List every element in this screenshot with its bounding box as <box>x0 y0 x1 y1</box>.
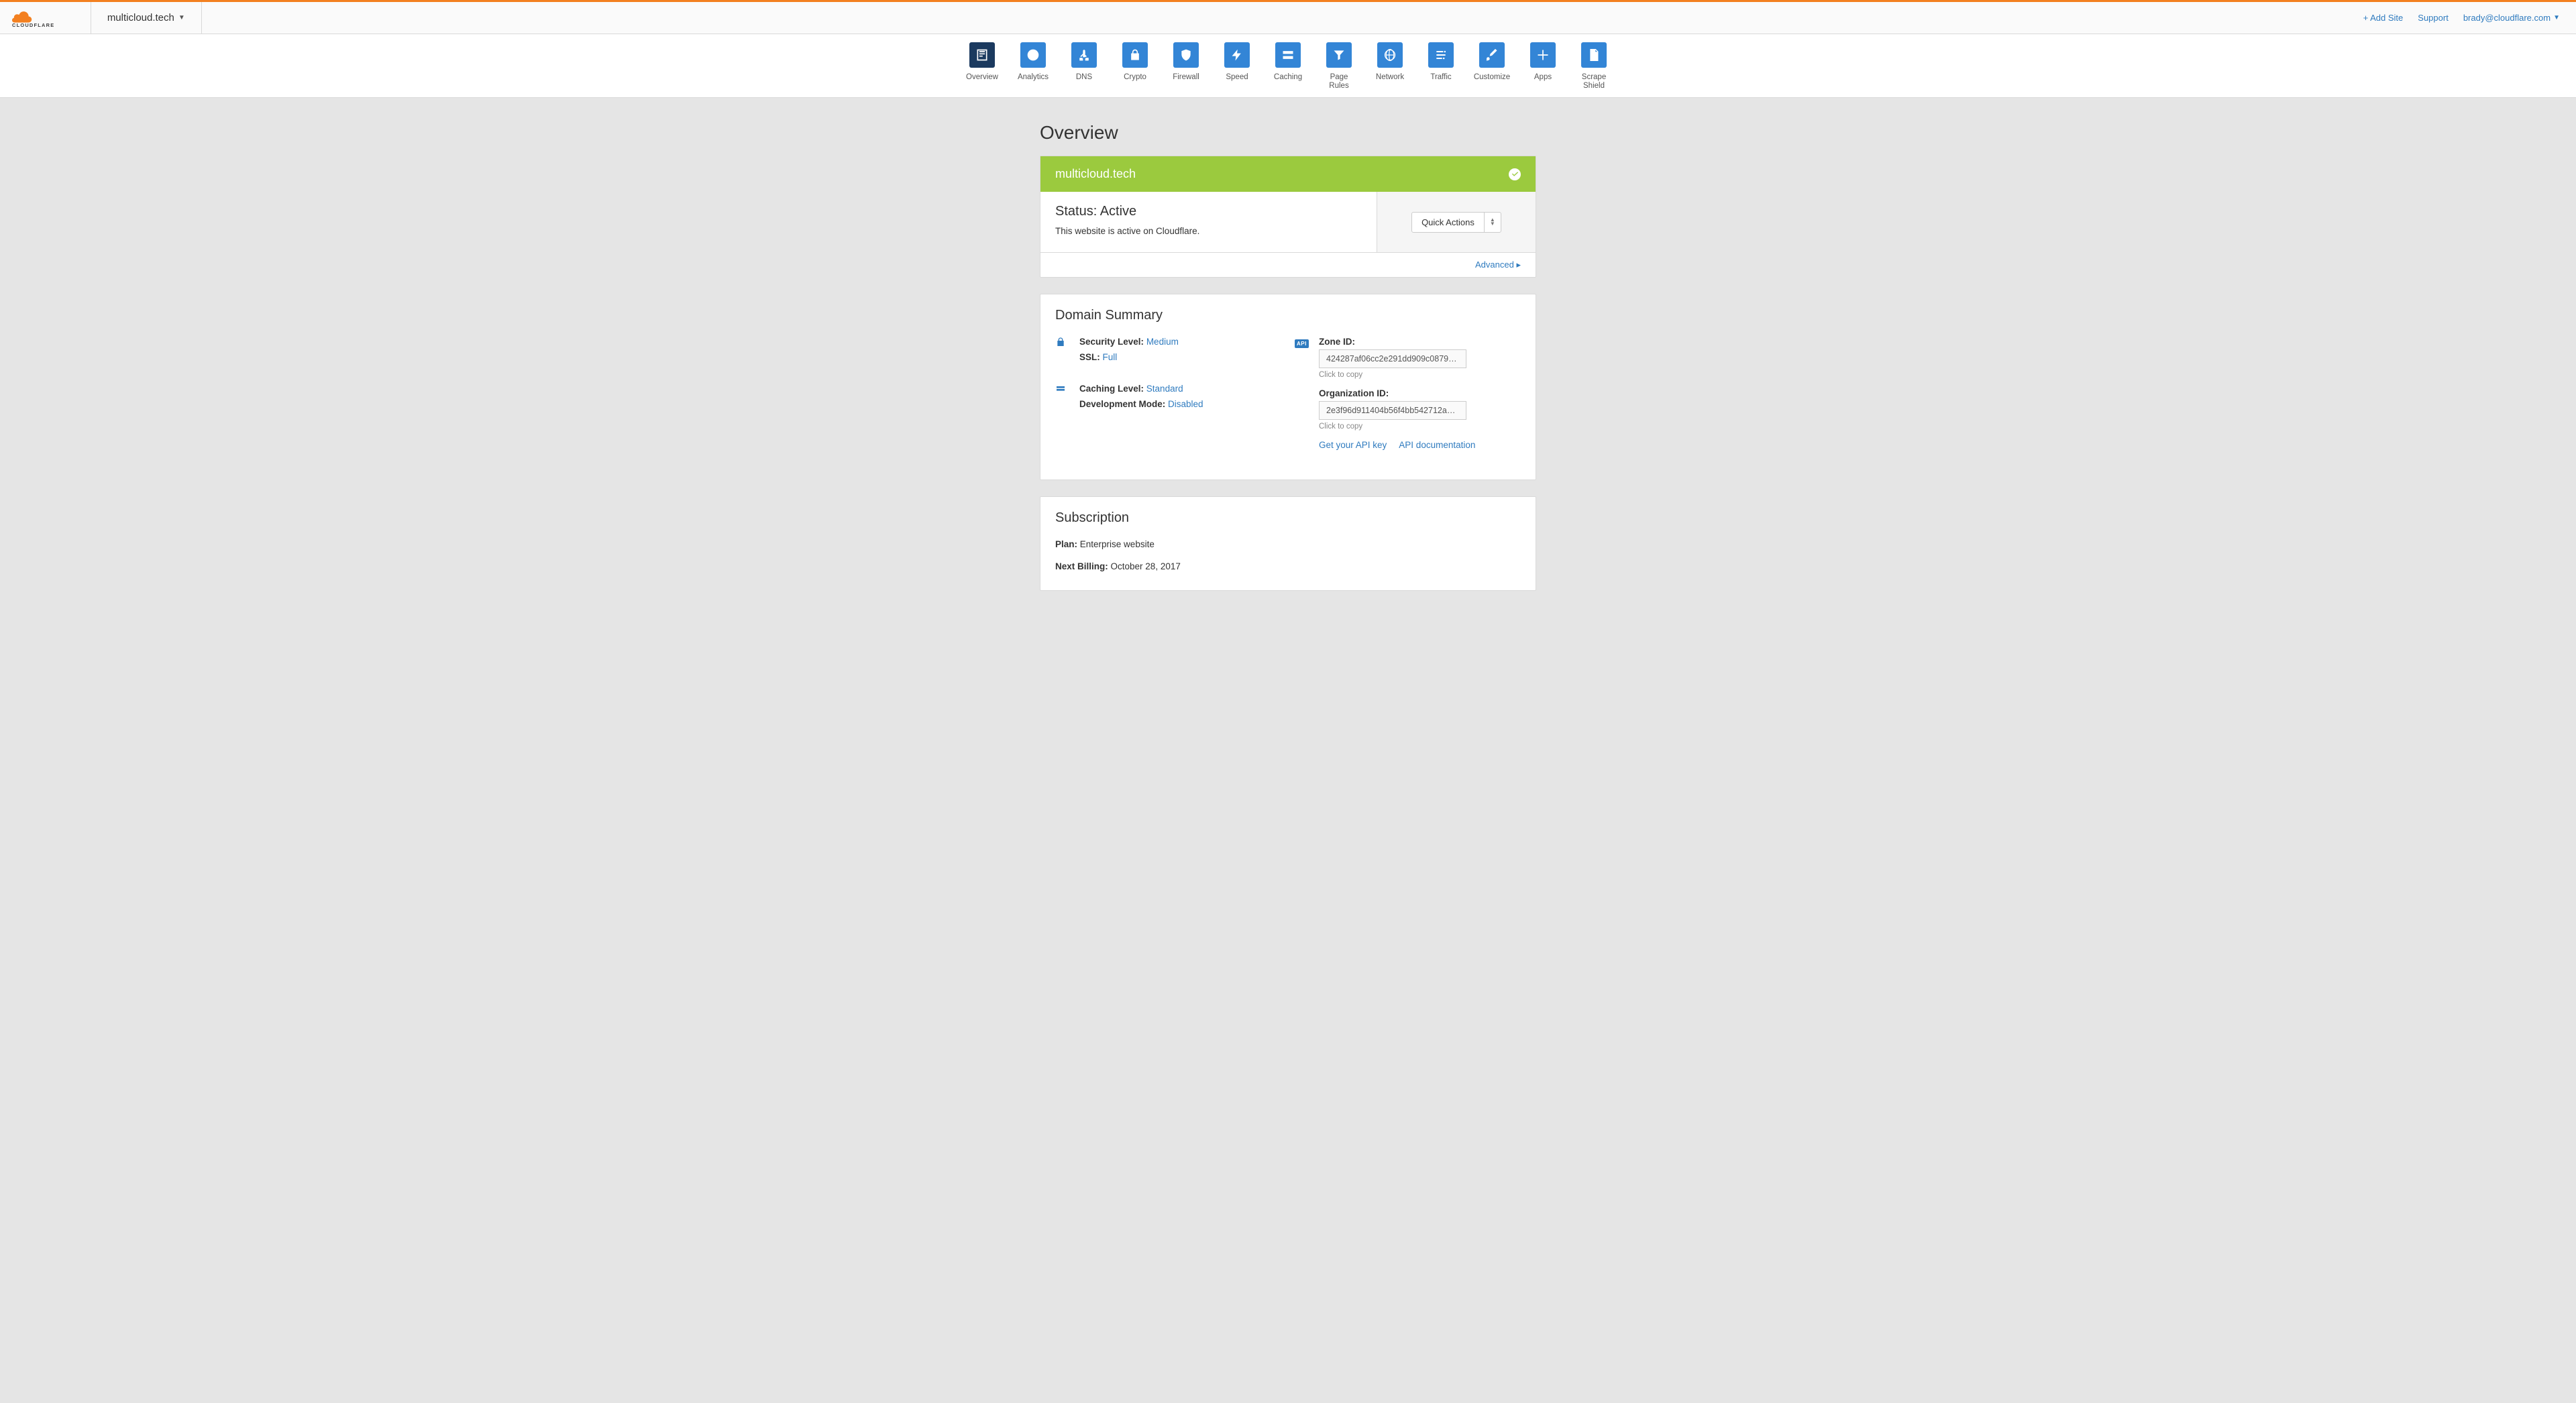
quick-actions-dropdown[interactable]: Quick Actions ▲▼ <box>1411 212 1501 233</box>
svg-text:CLOUDFLARE: CLOUDFLARE <box>12 22 54 27</box>
lock-icon <box>1055 337 1070 368</box>
nav-tile-overview[interactable]: Overview <box>963 42 1002 91</box>
quick-actions-label: Quick Actions <box>1412 213 1484 232</box>
nav-tile-label: DNS <box>1076 73 1092 82</box>
crypto-icon <box>1122 42 1148 68</box>
cloudflare-logo-icon: CLOUDFLARE <box>12 9 78 27</box>
nav-tile-crypto[interactable]: Crypto <box>1116 42 1155 91</box>
nav-tile-row: Overview Analytics DNS Crypto Firewall Speed C… <box>0 34 2576 98</box>
domain-summary-card: Domain Summary Security Level: Medium SS… <box>1040 294 1536 480</box>
support-link[interactable]: Support <box>2418 13 2449 23</box>
nav-tile-label: ScrapeShield <box>1582 73 1606 91</box>
plan-value: Enterprise website <box>1080 539 1155 549</box>
cloudflare-logo[interactable]: CLOUDFLARE <box>0 2 91 34</box>
traffic-icon <box>1428 42 1454 68</box>
nav-tile-analytics[interactable]: Analytics <box>1014 42 1053 91</box>
caret-right-icon: ▸ <box>1516 260 1521 270</box>
analytics-icon <box>1020 42 1046 68</box>
nav-tile-label: Network <box>1376 73 1404 82</box>
nav-tile-label: PageRules <box>1329 73 1348 91</box>
dev-mode-label: Development Mode: <box>1079 399 1165 409</box>
dev-mode-link[interactable]: Disabled <box>1168 399 1203 409</box>
ssl-link[interactable]: Full <box>1103 352 1118 362</box>
nav-tile-scrape[interactable]: ScrapeShield <box>1574 42 1613 91</box>
nav-tile-label: Apps <box>1534 73 1552 82</box>
nav-tile-label: Speed <box>1226 73 1248 82</box>
header-links: + Add Site Support brady@cloudflare.com … <box>2347 2 2576 34</box>
nav-tile-label: Customize <box>1474 73 1510 82</box>
org-id-value[interactable]: 2e3f96d911404b56f4bb542712aa62dd <box>1319 401 1466 420</box>
page-title: Overview <box>1040 122 1536 144</box>
nav-tile-dns[interactable]: DNS <box>1065 42 1104 91</box>
status-title: Status: Active <box>1055 204 1362 219</box>
nav-tile-label: Firewall <box>1173 73 1199 82</box>
caching-icon <box>1055 384 1070 414</box>
zone-id-hint: Click to copy <box>1319 371 1475 379</box>
security-level-label: Security Level: <box>1079 337 1144 347</box>
zone-id-value[interactable]: 424287af06cc2e291dd909c08795cac4 <box>1319 349 1466 368</box>
caching-icon <box>1275 42 1301 68</box>
dns-icon <box>1071 42 1097 68</box>
zone-id-label: Zone ID: <box>1319 337 1475 347</box>
nav-tile-label: Crypto <box>1124 73 1146 82</box>
overview-icon <box>969 42 995 68</box>
ssl-label: SSL: <box>1079 352 1100 362</box>
api-icon: API <box>1295 337 1309 450</box>
site-domain-bar: multicloud.tech <box>1040 156 1536 192</box>
site-domain-label: multicloud.tech <box>1055 167 1136 181</box>
subscription-title: Subscription <box>1055 510 1521 526</box>
site-picker-label: multicloud.tech <box>107 12 174 23</box>
caching-level-link[interactable]: Standard <box>1146 384 1183 394</box>
nav-tile-label: Traffic <box>1430 73 1451 82</box>
org-id-label: Organization ID: <box>1319 388 1475 398</box>
subscription-card: Subscription Plan: Enterprise website Ne… <box>1040 496 1536 591</box>
next-billing-label: Next Billing: <box>1055 561 1108 571</box>
apps-icon <box>1530 42 1556 68</box>
network-icon <box>1377 42 1403 68</box>
account-menu[interactable]: brady@cloudflare.com ▼ <box>2463 13 2560 23</box>
customize-icon <box>1479 42 1505 68</box>
add-site-link[interactable]: + Add Site <box>2363 13 2404 23</box>
site-status-card: multicloud.tech Status: Active This webs… <box>1040 156 1536 278</box>
status-description: This website is active on Cloudflare. <box>1055 226 1362 236</box>
caret-down-icon: ▼ <box>2553 14 2560 21</box>
nav-tile-firewall[interactable]: Firewall <box>1167 42 1205 91</box>
security-level-link[interactable]: Medium <box>1146 337 1179 347</box>
nav-tile-pagerules[interactable]: PageRules <box>1320 42 1358 91</box>
status-check-icon <box>1509 168 1521 180</box>
nav-tile-customize[interactable]: Customize <box>1472 42 1511 91</box>
nav-tile-network[interactable]: Network <box>1371 42 1409 91</box>
nav-tile-traffic[interactable]: Traffic <box>1421 42 1460 91</box>
next-billing-value: October 28, 2017 <box>1111 561 1181 571</box>
scrape-icon <box>1581 42 1607 68</box>
header-bar: CLOUDFLARE multicloud.tech ▼ + Add Site … <box>0 2 2576 34</box>
nav-tile-label: Overview <box>966 73 998 82</box>
caret-down-icon: ▼ <box>178 14 185 21</box>
api-docs-link[interactable]: API documentation <box>1399 440 1475 450</box>
nav-tile-label: Analytics <box>1018 73 1049 82</box>
content-wrap: Overview multicloud.tech Status: Active … <box>1033 98 1543 634</box>
firewall-icon <box>1173 42 1199 68</box>
domain-summary-title: Domain Summary <box>1055 308 1521 323</box>
nav-tile-apps[interactable]: Apps <box>1523 42 1562 91</box>
nav-tile-speed[interactable]: Speed <box>1218 42 1256 91</box>
org-id-hint: Click to copy <box>1319 423 1475 431</box>
nav-tile-caching[interactable]: Caching <box>1269 42 1307 91</box>
account-email: brady@cloudflare.com <box>2463 13 2551 23</box>
get-api-key-link[interactable]: Get your API key <box>1319 440 1387 450</box>
caching-level-label: Caching Level: <box>1079 384 1144 394</box>
advanced-toggle[interactable]: Advanced ▸ <box>1475 260 1521 270</box>
speed-icon <box>1224 42 1250 68</box>
plan-label: Plan: <box>1055 539 1077 549</box>
nav-tile-label: Caching <box>1274 73 1302 82</box>
stepper-arrows-icon: ▲▼ <box>1484 213 1501 232</box>
pagerules-icon <box>1326 42 1352 68</box>
site-picker-dropdown[interactable]: multicloud.tech ▼ <box>91 2 202 34</box>
